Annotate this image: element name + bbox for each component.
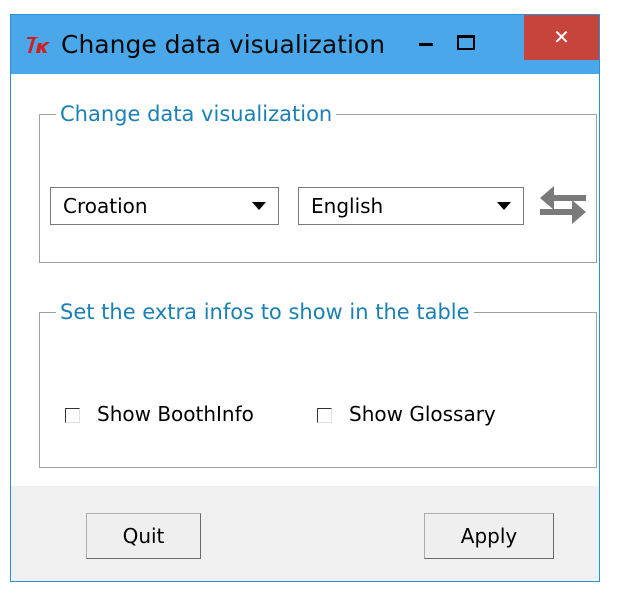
target-language-value: English — [311, 194, 384, 218]
show-boothinfo-label: Show BoothInfo — [97, 402, 254, 426]
show-glossary-label: Show Glossary — [349, 402, 496, 426]
dialog-window: Change data visualization ✕ Change data … — [10, 14, 600, 582]
show-glossary-checkbox[interactable]: Show Glossary — [317, 402, 557, 432]
dropdown-arrow-icon — [497, 202, 511, 210]
swap-arrows-icon[interactable] — [538, 182, 588, 228]
maximize-icon — [457, 35, 475, 50]
close-button[interactable]: ✕ — [524, 15, 599, 60]
apply-button[interactable]: Apply — [424, 513, 554, 559]
checkbox-box[interactable] — [317, 408, 332, 423]
button-bar: Quit Apply — [11, 486, 599, 581]
title-bar[interactable]: Change data visualization ✕ — [11, 15, 599, 74]
maximize-button[interactable] — [447, 25, 487, 61]
extra-info-group: Set the extra infos to show in the table — [39, 299, 597, 468]
dialog-content: Change data visualization Croation Engli… — [11, 74, 599, 486]
source-language-combobox[interactable]: Croation — [50, 187, 279, 225]
extra-info-group-title: Set the extra infos to show in the table — [56, 299, 474, 325]
minimize-icon — [419, 43, 433, 46]
minimize-button[interactable] — [409, 25, 443, 61]
dropdown-arrow-icon — [252, 202, 266, 210]
quit-button[interactable]: Quit — [86, 513, 201, 559]
visualization-group-title: Change data visualization — [56, 101, 337, 127]
window-title: Change data visualization — [61, 30, 386, 59]
show-boothinfo-checkbox[interactable]: Show BoothInfo — [65, 402, 305, 432]
checkbox-box[interactable] — [65, 408, 80, 423]
source-language-value: Croation — [63, 194, 148, 218]
tk-feather-icon — [27, 37, 50, 53]
close-icon: ✕ — [553, 25, 570, 49]
target-language-combobox[interactable]: English — [298, 187, 524, 225]
